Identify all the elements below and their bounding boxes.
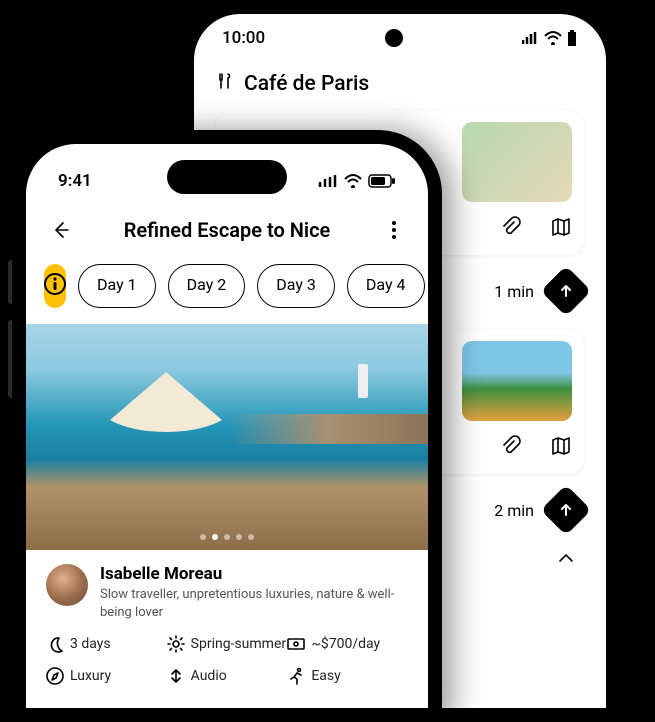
meta-style: Luxury: [46, 667, 167, 685]
tab-day-1[interactable]: Day 1: [78, 264, 156, 308]
meta-season: Spring-summer: [167, 635, 288, 653]
status-icons-back: [522, 30, 578, 46]
author-name: Isabelle Moreau: [100, 564, 408, 584]
day-tabs: Day 1 Day 2 Day 3 Day 4: [26, 258, 428, 324]
status-bar-back: 10:00: [194, 14, 606, 62]
meta-budget: ~$700/day: [287, 635, 408, 653]
utensils-icon: [216, 72, 234, 96]
more-button[interactable]: [380, 216, 408, 244]
sun-icon: [167, 635, 185, 653]
compass-icon: [46, 667, 64, 685]
meta-difficulty: Easy: [287, 667, 408, 685]
back-page-header: Café de Paris: [216, 72, 584, 96]
tab-info[interactable]: [44, 264, 66, 308]
clock-back: 10:00: [222, 28, 265, 48]
camera-hole: [385, 29, 403, 47]
audio-icon: [167, 667, 185, 685]
transit-duration: 2 min: [494, 501, 534, 520]
poi-image: [462, 341, 572, 421]
back-button[interactable]: [46, 216, 74, 244]
page-title: Refined Escape to Nice: [80, 218, 374, 242]
directions-button[interactable]: [541, 485, 592, 536]
clock-front: 9:41: [58, 171, 92, 191]
carousel-dots: [200, 534, 254, 540]
author-bio: Slow traveller, unpretentious luxuries, …: [100, 586, 408, 621]
wifi-icon: [544, 31, 562, 45]
phone-front: 9:41 Refined Escape to Nice Day 1: [12, 130, 442, 722]
meta-media: Audio: [167, 667, 288, 685]
transit-duration: 1 min: [494, 282, 534, 301]
hero-image[interactable]: [26, 324, 428, 550]
wifi-icon: [344, 174, 362, 188]
tab-day-3[interactable]: Day 3: [257, 264, 335, 308]
tab-day-4[interactable]: Day 4: [347, 264, 425, 308]
meta-duration: 3 days: [46, 635, 167, 653]
map-icon[interactable]: [550, 216, 572, 243]
attachment-icon[interactable]: [500, 216, 522, 243]
battery-icon: [566, 30, 578, 46]
running-icon: [287, 667, 305, 685]
moon-icon: [46, 635, 64, 653]
cash-icon: [287, 635, 305, 653]
battery-icon: [368, 174, 396, 188]
tab-day-2[interactable]: Day 2: [168, 264, 246, 308]
signal-icon: [522, 31, 540, 45]
avatar[interactable]: [46, 564, 88, 606]
directions-button[interactable]: [541, 266, 592, 317]
status-icons-front: [318, 174, 396, 188]
cellular-icon: [318, 175, 338, 187]
info-icon: [44, 273, 66, 300]
dynamic-island: [167, 160, 287, 194]
author-block: Isabelle Moreau Slow traveller, unpreten…: [26, 550, 428, 629]
trip-meta: 3 days Spring-summer ~$700/day Luxury Au…: [26, 629, 428, 691]
map-icon[interactable]: [550, 435, 572, 462]
back-title: Café de Paris: [244, 72, 369, 96]
poi-image: [462, 122, 572, 202]
attachment-icon[interactable]: [500, 435, 522, 462]
